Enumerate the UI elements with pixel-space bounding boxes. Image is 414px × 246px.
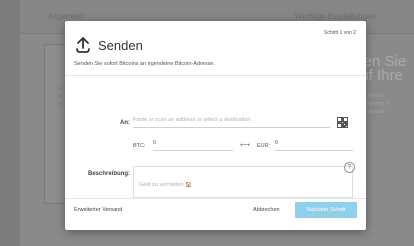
eur-label: EUR: xyxy=(257,143,271,149)
footer-divider xyxy=(65,198,366,199)
btc-amount-field[interactable] xyxy=(153,140,233,151)
eur-amount-input[interactable] xyxy=(275,140,353,146)
app-left-text-1: H xyxy=(58,86,62,92)
app-tab-settings: Wichtige Einstellungen xyxy=(295,12,376,21)
description-field[interactable] xyxy=(133,166,353,198)
advanced-send-link[interactable]: Erweiterter Versand xyxy=(74,207,122,213)
swap-arrows-icon: ⟷ xyxy=(240,142,251,149)
next-step-button[interactable]: Nächster Schritt xyxy=(295,202,357,218)
app-left-text-3: k xyxy=(58,102,61,108)
modal-header: Senden xyxy=(74,35,143,55)
to-label: An: xyxy=(120,120,130,126)
description-input[interactable] xyxy=(139,182,347,188)
header-divider xyxy=(65,75,366,76)
modal-title: Senden xyxy=(98,37,143,53)
send-arrow-up-icon xyxy=(76,37,90,53)
send-modal: Schritt 1 von 2 Senden Senden Sie sofort… xyxy=(65,21,366,230)
app-sidebar xyxy=(0,0,20,246)
address-input[interactable] xyxy=(133,117,330,123)
eur-amount-field[interactable] xyxy=(275,140,353,151)
step-indicator: Schritt 1 von 2 xyxy=(324,30,356,36)
address-field[interactable] xyxy=(133,117,330,128)
btc-label: BTC: xyxy=(133,143,146,149)
btc-amount-input[interactable] xyxy=(153,140,233,146)
description-label: Beschreibung: xyxy=(87,171,130,177)
app-tab-general: Allgemein xyxy=(48,12,84,21)
modal-subtitle: Senden Sie sofort Bitcoins an irgendeine… xyxy=(74,61,215,67)
help-circle-icon[interactable]: ? xyxy=(344,162,355,173)
app-left-text-2: G xyxy=(58,94,63,100)
qr-code-icon[interactable] xyxy=(337,117,348,128)
cancel-button[interactable]: Abbrechen xyxy=(253,207,280,213)
